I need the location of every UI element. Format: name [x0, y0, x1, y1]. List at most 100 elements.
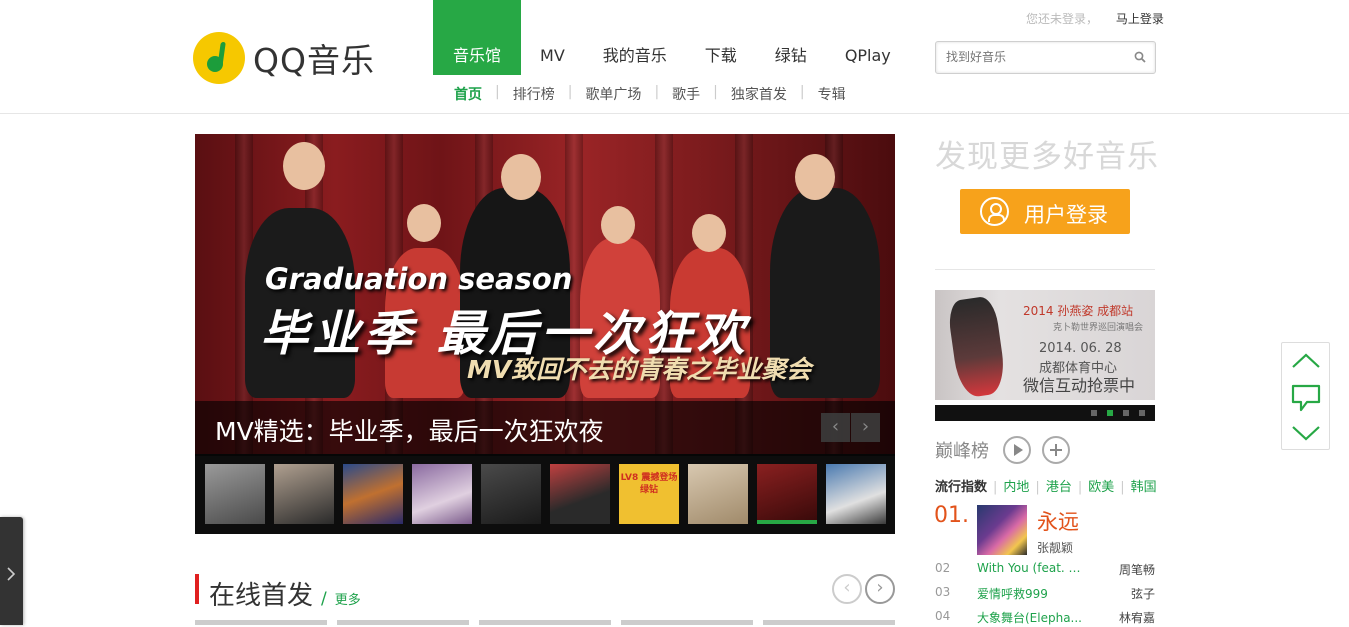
chart-title: 巅峰榜 [935, 441, 989, 462]
user-login-label: 用户登录 [1024, 203, 1108, 227]
chart-row[interactable]: 04 大象舞台(Elepha... 林宥嘉 [935, 609, 1155, 627]
search-input[interactable] [946, 50, 1126, 64]
album-card[interactable] [337, 620, 469, 625]
chart-row-song[interactable]: 大象舞台(Elepha... [977, 609, 1087, 626]
ad-line-2: 克卜勒世界巡回演唱会 [1053, 323, 1144, 333]
chart-row-song[interactable]: 爱情呼救999 [977, 585, 1087, 602]
main-nav-mv[interactable]: MV [521, 0, 584, 75]
hero-banner[interactable]: Graduation season 毕业季 最后一次狂欢 MV致回不去的青春之毕… [195, 134, 895, 534]
logo-text: QQ音乐 [253, 41, 375, 80]
sub-nav-playlists[interactable]: 歌单广场 [575, 84, 651, 104]
user-login-button[interactable]: 用户登录 [960, 189, 1130, 234]
banner-thumbnail[interactable] [481, 464, 541, 524]
chart-row[interactable]: 02 With You (feat. E... 周笔畅 [935, 561, 1155, 579]
ad-pager-dot[interactable] [1091, 410, 1097, 416]
sub-nav-home[interactable]: 首页 [444, 84, 492, 104]
play-icon[interactable] [1003, 436, 1031, 464]
sub-nav-separator: | [713, 84, 718, 100]
login-status-text: 您还未登录， [1026, 12, 1099, 26]
ad-line-3: 2014. 06. 28 [1039, 341, 1122, 356]
chart-row-artist[interactable]: 弦子 [1131, 585, 1155, 602]
banner-next-button[interactable]: › [851, 413, 880, 442]
chevron-right-icon [7, 567, 16, 581]
sub-nav-separator: | [567, 84, 573, 100]
banner-thumbnail[interactable] [550, 464, 610, 524]
main-nav-my-music[interactable]: 我的音乐 [584, 0, 686, 75]
chart-row-song[interactable]: With You (feat. E... [977, 561, 1087, 575]
banner-thumbnail[interactable] [274, 464, 334, 524]
promo-title: 发现更多好音乐 [935, 139, 1159, 175]
site-header: QQ音乐 音乐馆 MV 我的音乐 下载 绿钻 QPlay 首页 | 排行榜 | … [0, 0, 1349, 114]
concert-ad[interactable]: 2014 孙燕姿 成都站 克卜勒世界巡回演唱会 2014. 06. 28 成都体… [935, 290, 1155, 400]
ad-line-5: 微信互动抢票中 [1023, 376, 1136, 395]
chart-row-artist[interactable]: 周笔畅 [1119, 561, 1155, 578]
chart-tab-western[interactable]: 欧美 [1088, 480, 1114, 495]
sub-nav-separator: | [495, 84, 500, 100]
banner-caption[interactable]: MV精选：毕业季，最后一次狂欢夜 [215, 412, 604, 448]
section-accent-bar [195, 574, 199, 604]
chart-tab-mainland[interactable]: 内地 [1003, 480, 1029, 495]
section-slash: / [321, 589, 327, 609]
chart-row-artist[interactable]: 林宥嘉 [1119, 609, 1155, 626]
user-icon [980, 197, 1009, 226]
banner-thumbnail[interactable] [343, 464, 403, 524]
banner-thumbnail[interactable] [205, 464, 265, 524]
chart-row[interactable]: 03 爱情呼救999 弦子 [935, 585, 1155, 603]
main-nav-qplay[interactable]: QPlay [826, 0, 910, 75]
ad-pager-dot[interactable] [1123, 410, 1129, 416]
ad-dancer-image [946, 295, 1008, 399]
sub-nav-exclusive[interactable]: 独家首发 [721, 84, 797, 104]
main-nav-download[interactable]: 下载 [686, 0, 756, 75]
chart-top-artist[interactable]: 张靓颖 [1037, 539, 1073, 556]
sub-nav-charts[interactable]: 排行榜 [503, 84, 565, 104]
ad-pager-dot-active[interactable] [1107, 410, 1113, 416]
chart-row-rank: 04 [935, 609, 951, 623]
sidebar-divider [935, 269, 1155, 270]
chart-row-rank: 03 [935, 585, 951, 599]
scroll-up-icon[interactable] [1290, 351, 1322, 371]
ad-pager-dot[interactable] [1139, 410, 1145, 416]
scroll-down-icon[interactable] [1290, 423, 1322, 443]
ad-pager [935, 405, 1155, 421]
section-prev-button[interactable]: ‹ [832, 574, 862, 604]
sub-nav: 首页 | 排行榜 | 歌单广场 | 歌手 | 独家首发 | 专辑 [444, 84, 856, 104]
add-icon[interactable] [1042, 436, 1070, 464]
banner-headline-en: Graduation season [265, 262, 573, 296]
floating-tool-panel [1281, 342, 1330, 450]
user-status-bar: 您还未登录， 马上登录 [1026, 10, 1164, 27]
banner-thumbnail[interactable] [688, 464, 748, 524]
chart-tab-hk-tw[interactable]: 港台 [1046, 480, 1072, 495]
search-icon[interactable] [1134, 51, 1146, 63]
banner-subline: MV致回不去的青春之毕业聚会 [467, 355, 812, 384]
chart-top-title[interactable]: 永远 [1037, 506, 1079, 536]
banner-thumbnail[interactable]: LV8 震撼登场 绿钻 [619, 464, 679, 524]
banner-thumbnail-active[interactable] [757, 464, 817, 524]
banner-caption-bar: MV精选：毕业季，最后一次狂欢夜 ‹ › [195, 401, 895, 456]
banner-prev-button[interactable]: ‹ [821, 413, 850, 442]
section-next-button[interactable]: › [865, 574, 895, 604]
section-title: 在线首发 [209, 581, 314, 611]
album-card[interactable] [621, 620, 753, 625]
album-card[interactable] [195, 620, 327, 625]
banner-thumbnail[interactable] [412, 464, 472, 524]
main-nav-music-hall[interactable]: 音乐馆 [433, 0, 522, 75]
sub-nav-albums[interactable]: 专辑 [808, 84, 856, 104]
album-card[interactable] [763, 620, 895, 625]
login-link[interactable]: 马上登录 [1116, 12, 1164, 26]
banner-thumbnail[interactable] [826, 464, 886, 524]
chart-top-rank: 01. [934, 503, 969, 528]
section-more-link[interactable]: 更多 [335, 589, 361, 608]
main-nav: 音乐馆 MV 我的音乐 下载 绿钻 QPlay [433, 0, 910, 75]
chart-tab-popular[interactable]: 流行指数 [935, 480, 987, 495]
chart-tab-korea[interactable]: 韩国 [1131, 480, 1157, 495]
chart-top-cover[interactable] [977, 505, 1027, 555]
feedback-icon[interactable] [1290, 383, 1322, 413]
album-card[interactable] [479, 620, 611, 625]
qq-music-logo-icon [193, 32, 245, 84]
chart-tabs: 流行指数 | 内地 | 港台 | 欧美 | 韩国 [935, 480, 1157, 495]
logo[interactable]: QQ音乐 [193, 32, 375, 84]
main-nav-green-diamond[interactable]: 绿钻 [756, 0, 826, 75]
player-toggle-tab[interactable] [0, 517, 23, 625]
sub-nav-singers[interactable]: 歌手 [662, 84, 710, 104]
chart-header: 巅峰榜 [935, 436, 1081, 464]
